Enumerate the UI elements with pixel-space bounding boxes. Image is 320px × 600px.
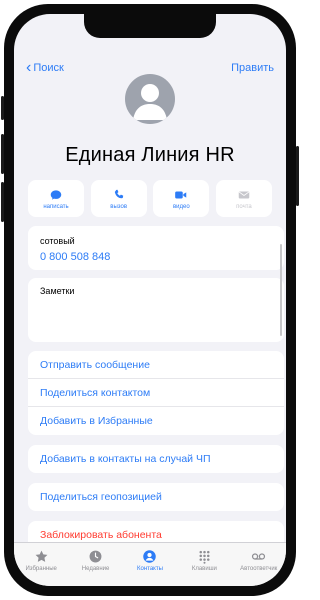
phone-card[interactable]: сотовый 0 800 508 848 [28, 226, 284, 270]
phone-frame: ‹ Поиск Править Единая Линия HR написать [1, 4, 299, 596]
video-action-button[interactable]: видео [153, 180, 210, 217]
power-button [296, 146, 299, 206]
tab-voicemail[interactable]: Автоответчик [234, 549, 284, 572]
clock-icon [89, 550, 102, 563]
actions-list-3: Поделиться геопозицией [28, 483, 284, 511]
video-icon [175, 191, 187, 198]
tab-recents[interactable]: Недавние [71, 549, 121, 572]
contacts-icon [143, 550, 157, 563]
message-action-label: написать [43, 203, 69, 210]
tab-contacts[interactable]: Контакты [125, 549, 175, 572]
voicemail-icon [252, 553, 266, 560]
back-button[interactable]: ‹ Поиск [26, 58, 64, 76]
volume-up-button [1, 134, 4, 174]
edit-button[interactable]: Править [231, 62, 274, 74]
phone-label: сотовый [40, 236, 75, 246]
person-icon [133, 84, 167, 120]
send-message-row[interactable]: Отправить сообщение [28, 351, 284, 379]
call-action-button[interactable]: вызов [90, 180, 147, 217]
phone-number[interactable]: 0 800 508 848 [40, 251, 272, 263]
notes-label: Заметки [40, 286, 75, 296]
tab-recents-label: Недавние [81, 566, 110, 572]
message-icon [50, 189, 62, 200]
message-action-button[interactable]: написать [28, 180, 84, 217]
share-contact-row[interactable]: Поделиться контактом [28, 379, 284, 407]
tab-bar: Избранные Недавние Контакты Клавиши Авто… [14, 542, 286, 586]
star-icon [35, 550, 48, 562]
quick-actions: написать вызов видео почта [28, 180, 272, 217]
keypad-icon [199, 550, 210, 564]
scrollbar[interactable] [280, 244, 282, 336]
back-label: Поиск [33, 62, 64, 74]
mail-action-label: почта [236, 203, 252, 210]
mute-switch [1, 96, 4, 120]
tab-favorites-label: Избранные [25, 566, 57, 572]
actions-list-1: Отправить сообщение Поделиться контактом… [28, 351, 284, 435]
add-emergency-contact-row[interactable]: Добавить в контакты на случай ЧП [28, 445, 284, 473]
tab-voicemail-label: Автоответчик [240, 566, 278, 572]
add-to-favorites-row[interactable]: Добавить в Избранные [28, 407, 284, 435]
video-action-label: видео [172, 203, 190, 210]
contact-name: Единая Линия HR [65, 144, 235, 166]
share-location-row[interactable]: Поделиться геопозицией [28, 483, 284, 511]
call-action-label: вызов [110, 203, 128, 210]
phone-icon [114, 189, 123, 198]
screen: ‹ Поиск Править Единая Линия HR написать [14, 14, 286, 586]
mail-icon [238, 191, 250, 198]
tab-keypad[interactable]: Клавиши [179, 549, 229, 572]
tab-contacts-label: Контакты [137, 566, 163, 572]
avatar [125, 74, 175, 124]
actions-list-2: Добавить в контакты на случай ЧП [28, 445, 284, 473]
mail-action-button: почта [215, 180, 272, 217]
chevron-left-icon: ‹ [26, 58, 32, 76]
notes-card[interactable]: Заметки [28, 278, 284, 342]
notch [84, 14, 216, 38]
tab-favorites[interactable]: Избранные [16, 549, 66, 572]
tab-keypad-label: Клавиши [191, 566, 217, 572]
volume-down-button [1, 182, 4, 222]
